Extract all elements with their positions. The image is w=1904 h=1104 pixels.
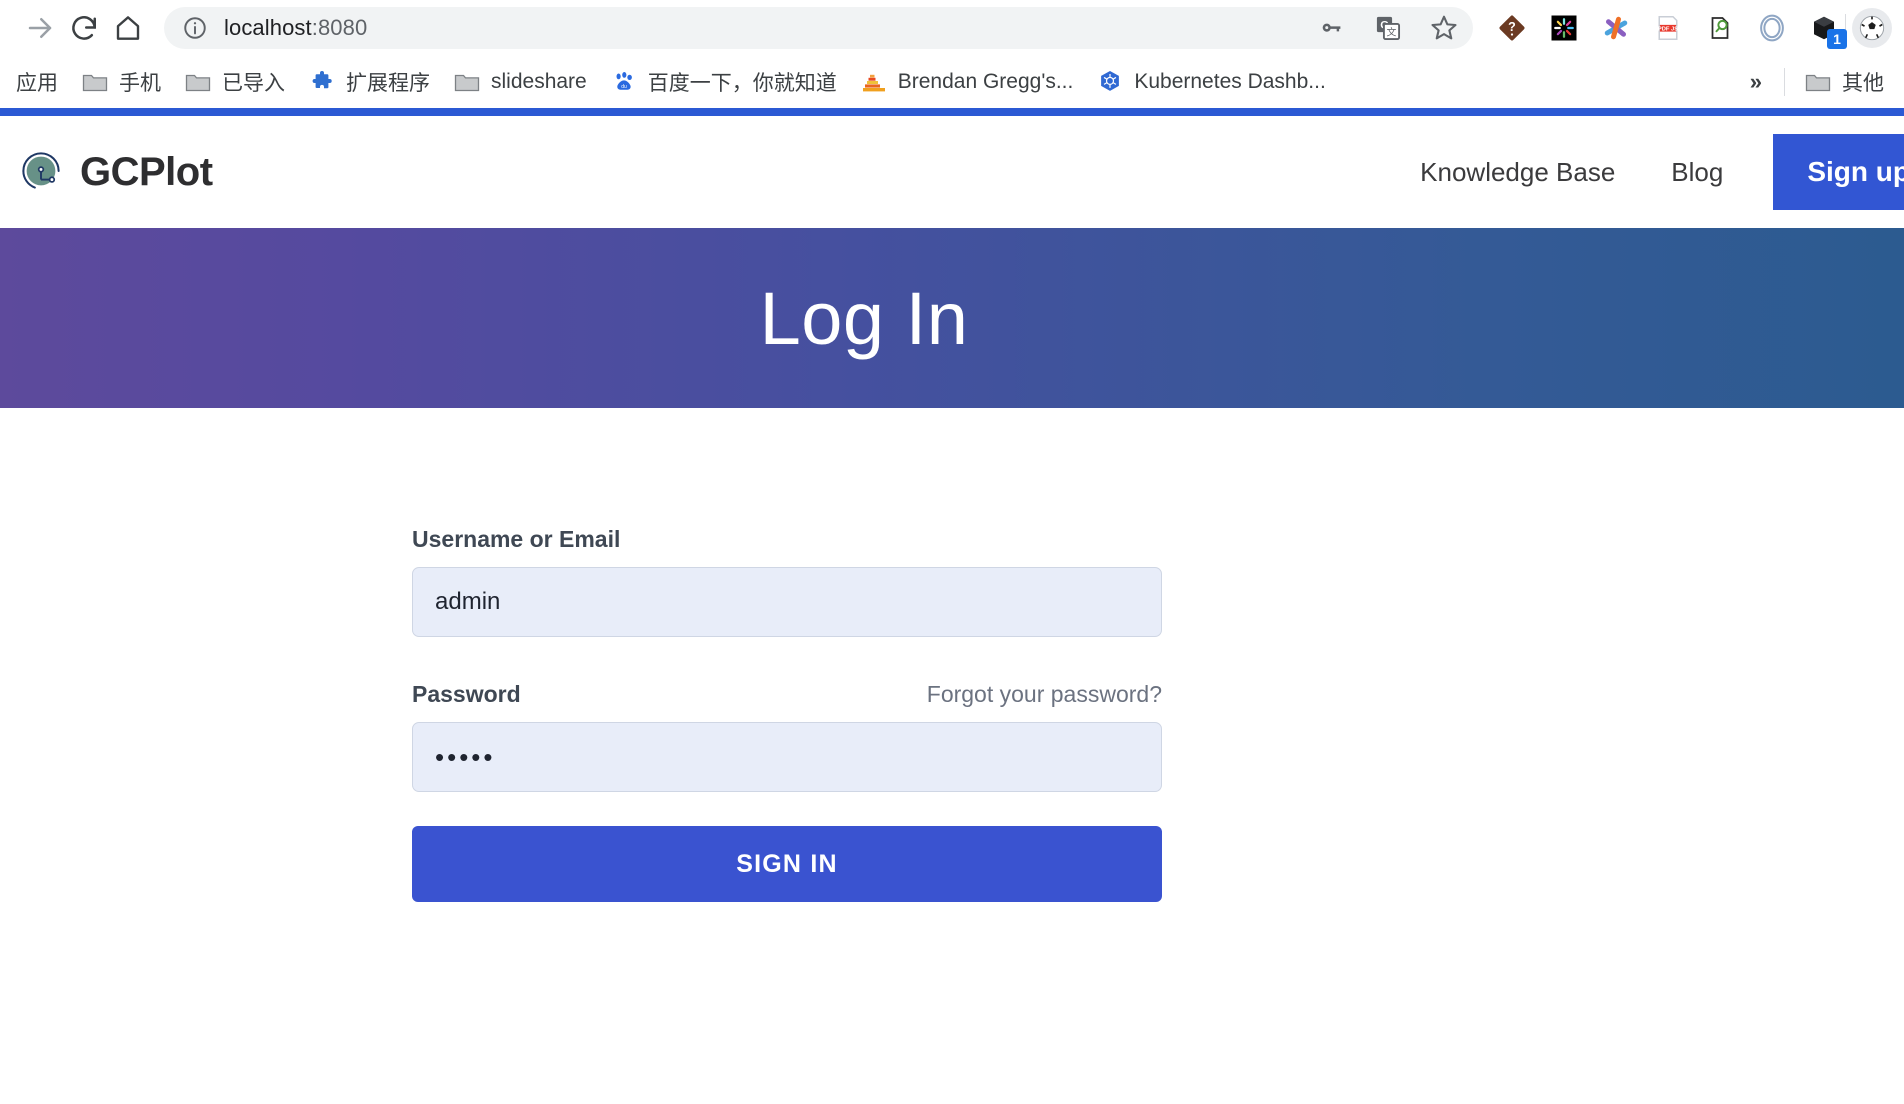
bookmark-label: 应用 (16, 72, 58, 95)
black-box-extension-icon[interactable]: 1 (1809, 13, 1847, 49)
bookmarks-divider (1784, 68, 1785, 96)
password-label: Password (412, 681, 521, 707)
bookmark-kubernetes-dashboard[interactable]: Kubernetes Dashb... (1085, 63, 1337, 101)
field-spacer (412, 637, 1162, 681)
bookmark-folder-1[interactable]: 手机 (70, 61, 173, 103)
bookmark-label: 百度一下，你就知道 (647, 72, 837, 95)
page-viewport: GCPlot Knowledge Base Blog Sign up Log I… (0, 108, 1904, 1104)
bookmark-baidu[interactable]: du 百度一下，你就知道 (599, 61, 849, 103)
bookmark-slideshare[interactable]: slideshare (442, 63, 599, 101)
folder-icon (82, 69, 108, 95)
magnifier-document-extension-icon[interactable] (1705, 13, 1735, 43)
brand-name: GCPlot (80, 149, 213, 194)
browser-toolbar: localhost:8080 G 文 (0, 0, 1904, 56)
flamegraph-icon (861, 69, 887, 95)
folder-icon (454, 69, 480, 95)
key-icon[interactable] (1317, 13, 1347, 43)
page-top-accent-bar (0, 108, 1904, 116)
svg-text:?: ? (1508, 20, 1516, 34)
forward-arrow-icon[interactable] (18, 6, 62, 50)
svg-text:du: du (621, 84, 627, 90)
bookmark-folder-2[interactable]: 已导入 (173, 61, 297, 103)
username-input[interactable]: admin (412, 567, 1162, 637)
folder-icon (1805, 69, 1831, 95)
bookmark-label: Brendan Gregg's... (897, 70, 1074, 93)
nav-link-knowledge-base[interactable]: Knowledge Base (1392, 116, 1643, 228)
url-host: localhost (224, 15, 312, 40)
address-bar-url[interactable]: localhost:8080 (224, 15, 1307, 41)
password-input[interactable]: ••••• (412, 722, 1162, 792)
bookmark-brendan-gregg[interactable]: Brendan Gregg's... (849, 63, 1086, 101)
extension-badge-count: 1 (1827, 29, 1847, 49)
baidu-icon: du (611, 69, 637, 95)
bookmark-label: 手机 (119, 72, 161, 95)
forgot-password-link[interactable]: Forgot your password? (927, 681, 1162, 708)
bookmarks-overflow-button[interactable]: » (1736, 63, 1776, 101)
reload-icon[interactable] (62, 6, 106, 50)
login-form: Username or Email admin Password Forgot … (412, 408, 1162, 902)
google-translate-icon[interactable]: G 文 (1373, 13, 1403, 43)
svg-text:PDF JS: PDF JS (1658, 26, 1678, 32)
sign-up-button[interactable]: Sign up (1773, 134, 1904, 210)
bookmark-label: 扩展程序 (346, 72, 430, 95)
nav-link-blog[interactable]: Blog (1643, 116, 1751, 228)
sign-in-button[interactable]: SIGN IN (412, 826, 1162, 902)
question-diamond-extension-icon[interactable]: ? (1497, 13, 1527, 43)
bookmarks-bar: 应用 手机 已导入 扩展程序 slideshare du 百度一下，你就知道 B… (0, 56, 1904, 108)
page-title: Log In (759, 276, 969, 360)
address-bar[interactable]: localhost:8080 G 文 (164, 7, 1473, 49)
colorful-burst-extension-icon[interactable] (1549, 13, 1579, 43)
header-nav: Knowledge Base Blog Sign up (1392, 116, 1904, 228)
svg-text:文: 文 (1387, 25, 1397, 38)
soccer-ball-avatar[interactable] (1852, 8, 1892, 48)
bookmark-label: slideshare (491, 70, 587, 93)
bookmark-apps[interactable]: 应用 (4, 61, 70, 103)
bookmark-label: 已导入 (222, 72, 285, 95)
site-header: GCPlot Knowledge Base Blog Sign up (0, 116, 1904, 228)
site-info-icon[interactable] (182, 15, 208, 41)
gcplot-logo-icon (18, 147, 64, 198)
kubernetes-icon (1097, 69, 1123, 95)
password-masked-value: ••••• (435, 741, 496, 772)
username-label: Username or Email (412, 526, 621, 552)
password-label-row: Password Forgot your password? (412, 681, 1162, 708)
bookmark-other-folder[interactable]: 其他 (1793, 61, 1896, 103)
puzzle-icon (309, 69, 335, 95)
bookmark-extensions[interactable]: 扩展程序 (297, 61, 442, 103)
url-port: :8080 (311, 15, 368, 40)
brand-logo-link[interactable]: GCPlot (18, 147, 213, 198)
asterisk-extension-icon[interactable] (1601, 13, 1631, 43)
extensions-area: ? PDF JS 1 (1473, 13, 1847, 49)
bookmark-label: Kubernetes Dashb... (1134, 70, 1326, 93)
blue-ring-extension-icon[interactable] (1757, 13, 1787, 43)
page-banner: Log In (0, 228, 1904, 408)
star-icon[interactable] (1429, 13, 1459, 43)
folder-icon (185, 69, 211, 95)
bookmark-label: 其他 (1842, 72, 1884, 95)
home-icon[interactable] (106, 6, 150, 50)
pdf-js-extension-icon[interactable]: PDF JS (1653, 13, 1683, 43)
